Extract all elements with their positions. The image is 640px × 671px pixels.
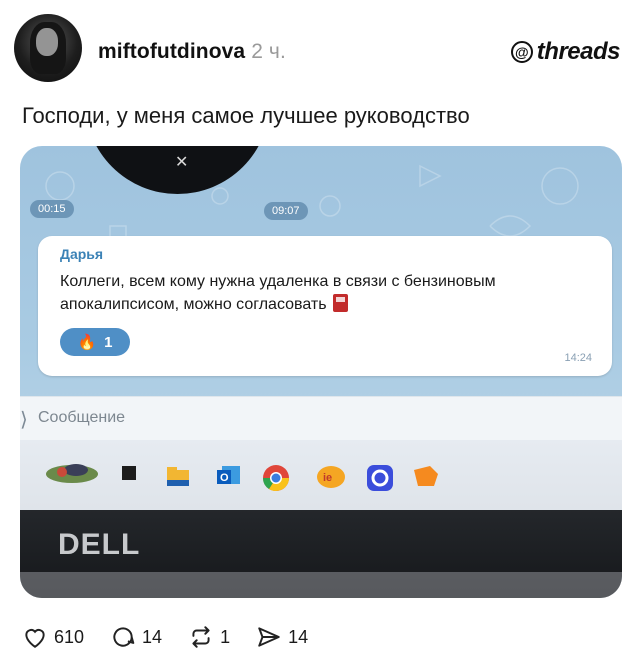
like-button[interactable]: 610 [22, 624, 84, 650]
brand-name: threads [536, 38, 621, 65]
messenger-icon[interactable] [366, 464, 394, 492]
message-input-bar[interactable]: ⟩ Сообщение [20, 396, 622, 441]
attach-icon[interactable]: ⟩ [20, 407, 28, 432]
message-text-content: Коллеги, всем кому нужна удаленка в связ… [60, 273, 496, 313]
svg-text:ie: ie [323, 472, 332, 484]
message-input[interactable]: Сообщение [38, 409, 125, 427]
avatar[interactable] [14, 14, 82, 82]
post-actions: 610 14 1 14 [22, 624, 334, 650]
share-button[interactable]: 14 [256, 624, 308, 650]
app-orange-icon[interactable] [412, 464, 440, 488]
message-text: Коллеги, всем кому нужна удаленка в связ… [60, 270, 600, 316]
post-time: 2 ч. [251, 40, 286, 63]
fire-icon: 🔥 [77, 334, 97, 351]
message-time: 14:24 [564, 352, 592, 364]
post-author[interactable]: miftofutdinova 2 ч. [98, 40, 286, 64]
monitor-logo: DELL [58, 528, 141, 561]
comment-button[interactable]: 14 [110, 624, 162, 650]
like-count: 610 [54, 626, 85, 647]
windows-taskbar: O ie [20, 440, 622, 510]
reaction-count: 1 [104, 333, 113, 351]
video-time-pill-center: 09:07 [264, 202, 308, 220]
threads-logo-icon: @ [510, 41, 533, 63]
share-count: 14 [288, 626, 309, 647]
post-photo[interactable]: ✕ 00:15 09:07 Дарья Коллеги, всем кому н… [20, 146, 622, 598]
fuel-pump-icon [332, 294, 348, 312]
message-bubble[interactable]: Дарья Коллеги, всем кому нужна удаленка … [38, 236, 612, 376]
widgets-icon[interactable] [42, 458, 102, 486]
repost-button[interactable]: 1 [188, 624, 230, 650]
svg-text:O: O [220, 472, 229, 484]
post-header: miftofutdinova 2 ч. @ threads [14, 14, 626, 86]
explorer-icon[interactable] [166, 464, 190, 488]
outlook-icon[interactable]: O [216, 464, 242, 488]
heart-icon [25, 629, 45, 648]
repost-count: 1 [220, 626, 231, 647]
start-icon[interactable] [120, 464, 140, 484]
post-text: Господи, у меня самое лучшее руководство [22, 103, 470, 128]
comment-count: 14 [142, 626, 163, 647]
message-sender[interactable]: Дарья [60, 246, 103, 262]
threads-brand: @ threads [510, 38, 621, 66]
repost-icon [192, 626, 210, 648]
video-time-pill: 00:15 [30, 200, 74, 218]
comment-icon [113, 627, 135, 647]
mute-icon: ✕ [175, 154, 189, 171]
monitor-bezel: DELL [20, 510, 622, 598]
chrome-icon[interactable] [262, 464, 290, 492]
username[interactable]: miftofutdinova [98, 40, 245, 63]
share-icon [258, 627, 280, 647]
reaction-badge[interactable]: 🔥 1 [60, 328, 130, 356]
ie-app-icon[interactable]: ie [316, 464, 346, 490]
